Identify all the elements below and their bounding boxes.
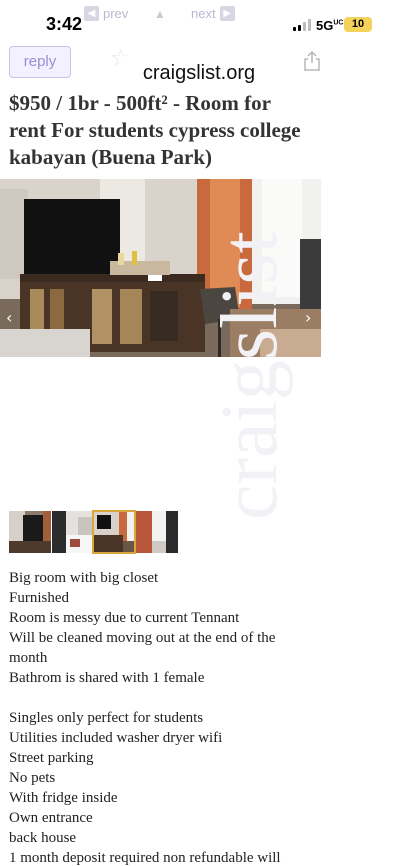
craigslist-watermark: craigslist [206,231,294,520]
posting-title: $950 / 1br - 500ft² - Room for rent For … [9,91,301,169]
cellular-signal-icon [293,19,313,31]
triangle-up-icon: ▲ [154,7,166,21]
description-line: Will be cleaned moving out at the end of… [9,630,276,646]
description-line: Singles only perfect for students [9,710,204,726]
next-link[interactable]: next ▶ [191,6,235,21]
description-line: Room is messy due to current Tennant [9,610,240,626]
network-indicator: 5GUC [316,18,344,33]
share-icon[interactable] [302,50,322,72]
up-link[interactable]: ▲ [154,7,166,21]
status-time: 3:42 [46,14,83,34]
prev-link[interactable]: ◀ prev [84,6,128,21]
description-line: Own entrance [9,810,93,826]
chevron-left-icon: ◀ [84,6,99,21]
description-line: month [9,650,48,666]
thumbnail[interactable] [52,511,94,553]
battery-indicator: 10 [344,17,372,32]
description-line: No pets [9,770,56,786]
description-line: 1 month deposit required non refundable … [9,850,281,866]
reply-button[interactable]: reply [9,46,71,78]
thumbnail[interactable] [136,511,178,553]
description-line: Big room with big closet [9,570,159,586]
description-line: With fridge inside [9,790,118,806]
posting-body: Big room with big closet Furnished Room … [9,568,309,866]
description-line: Furnished [9,590,69,606]
previous-image-button[interactable]: ‹ [6,308,12,327]
description-line: Street parking [9,750,94,766]
chevron-right-icon: ▶ [219,6,235,21]
description-line: back house [9,830,77,846]
thumbnail[interactable] [9,511,51,553]
url-bar[interactable]: craigslist.org [118,52,280,94]
description-line: Bathrom is shared with 1 female [9,670,205,686]
thumbnail-selected[interactable] [92,510,136,554]
description-line: Utilities included washer dryer wifi [9,730,223,746]
next-image-button[interactable]: › [305,308,311,327]
